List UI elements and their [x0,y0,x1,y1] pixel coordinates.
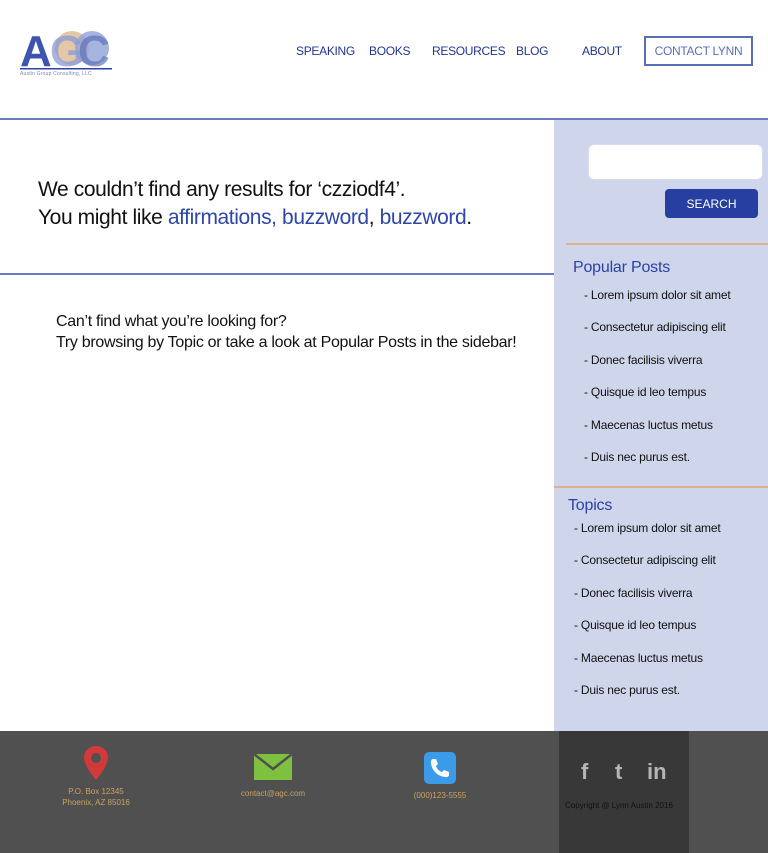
topic-item[interactable]: - Donec facilisis viverra [574,586,720,618]
nav-books[interactable]: BOOKS [369,44,410,58]
topic-item[interactable]: - Duis nec purus est. [574,683,720,715]
footer-phone[interactable]: (000)123-5555 [390,790,490,801]
suggest-separator: , [368,206,380,229]
content-divider [0,273,560,275]
sidebar: SEARCH Popular Posts - Lorem ipsum dolor… [554,120,768,731]
no-results-message: We couldn’t find any results for ‘czziod… [38,176,472,232]
contact-lynn-button[interactable]: CONTACT LYNN [644,36,753,66]
popular-post-item[interactable]: - Maecenas luctus metus [584,418,730,450]
browse-hint: Can’t find what you’re looking for? Try … [56,311,517,353]
popular-post-item[interactable]: - Consectetur adipiscing elit [584,320,730,352]
copyright-text: Copyright @ Lynn Austin 2016 [565,801,673,810]
logo-tagline: Austin Group Consulting, LLC [20,71,92,77]
suggest-prefix: You might like [38,206,168,229]
search-input[interactable] [588,144,763,180]
nav-blog[interactable]: BLOG [516,44,548,58]
phone-icon [424,752,456,784]
hint-line-2: Try browsing by Topic or take a look at … [56,334,517,351]
suggestion-link-2[interactable]: buzzword [380,206,467,229]
topics-heading: Topics [568,497,613,514]
popular-post-item[interactable]: - Duis nec purus est. [584,450,730,482]
suggest-end: . [466,206,472,229]
popular-post-item[interactable]: - Donec facilisis viverra [584,353,730,385]
footer-email[interactable]: contact@agc.com [223,788,323,799]
topic-item[interactable]: - Consectetur adipiscing elit [574,553,720,585]
footer-address: P.O. Box 12345 Phoenix, AZ 85016 [48,786,144,808]
linkedin-icon[interactable]: in [647,759,667,785]
nav-resources[interactable]: RESOURCES [432,44,506,58]
site-header: A G C Austin Group Consulting, LLC SPEAK… [0,0,768,118]
popular-posts-heading: Popular Posts [573,259,671,276]
location-pin-icon [84,746,108,780]
search-button[interactable]: SEARCH [665,189,758,218]
sidebar-divider-1 [566,243,768,245]
search-results-main: We couldn’t find any results for ‘czziod… [0,120,560,731]
topic-item[interactable]: - Lorem ipsum dolor sit amet [574,521,721,553]
twitter-icon[interactable]: t [615,759,622,785]
footer-social-panel [559,731,689,853]
sidebar-divider-2 [554,486,768,488]
nav-about[interactable]: ABOUT [582,44,622,58]
suggestions-line: You might like affirmations, buzzword, b… [38,204,472,232]
popular-post-item[interactable]: - Lorem ipsum dolor sit amet [584,288,731,320]
hint-line-1: Can’t find what you’re looking for? [56,313,287,330]
address-line-2: Phoenix, AZ 85016 [62,798,130,807]
facebook-icon[interactable]: f [581,759,588,785]
topics-list: - Lorem ipsum dolor sit amet - Consectet… [574,521,721,715]
topic-item[interactable]: - Quisque id leo tempus [574,618,720,650]
no-results-line: We couldn’t find any results for ‘czziod… [38,178,406,201]
popular-post-item[interactable]: - Quisque id leo tempus [584,385,730,417]
suggestion-link-1[interactable]: affirmations, buzzword [168,206,369,229]
envelope-icon [254,754,292,780]
topic-item[interactable]: - Maecenas luctus metus [574,651,720,683]
site-footer: P.O. Box 12345 Phoenix, AZ 85016 contact… [0,731,768,853]
nav-speaking[interactable]: SPEAKING [296,44,355,58]
address-line-1: P.O. Box 12345 [68,787,124,796]
popular-posts-list: - Lorem ipsum dolor sit amet - Consectet… [584,288,731,482]
